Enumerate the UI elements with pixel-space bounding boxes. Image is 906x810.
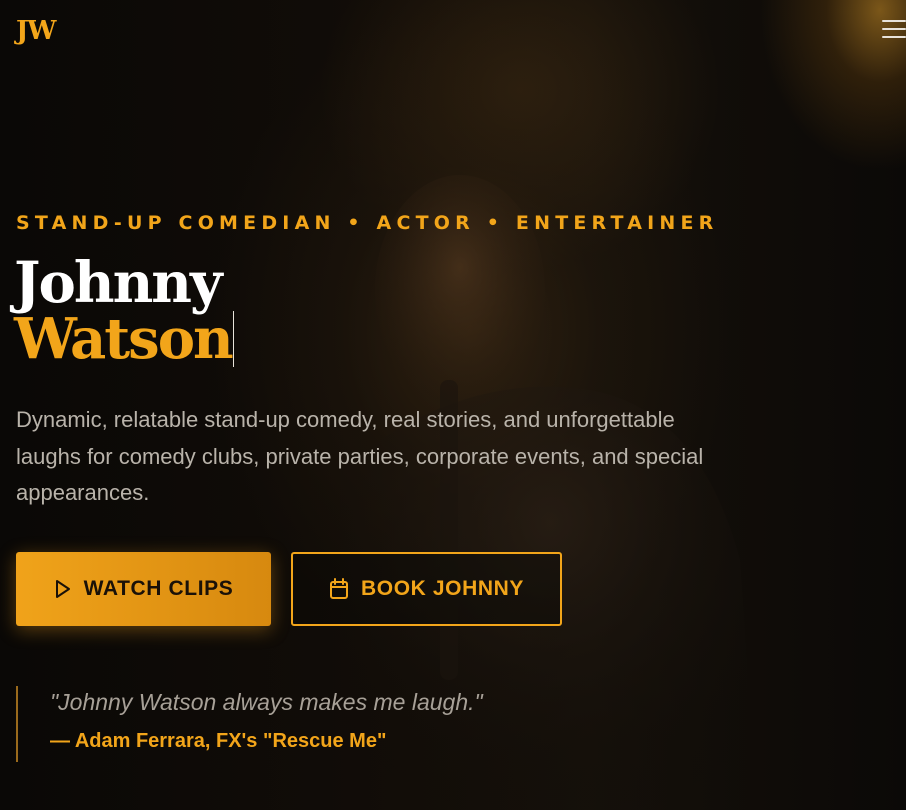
last-name: Watson: [14, 306, 234, 372]
watch-clips-label: WATCH CLIPS: [83, 577, 234, 600]
play-icon: [55, 580, 70, 598]
site-logo[interactable]: JW: [16, 16, 57, 46]
hero-description: Dynamic, relatable stand-up comedy, real…: [16, 407, 704, 505]
hero-tagline: STAND-UP COMEDIAN • ACTOR • ENTERTAINER: [16, 212, 719, 234]
menu-line: [882, 36, 906, 38]
menu-line: [882, 28, 906, 30]
book-johnny-button[interactable]: BOOK JOHNNY: [291, 552, 562, 626]
hero-section: JW STAND-UP COMEDIAN • ACTOR • ENTERTAIN…: [0, 0, 906, 810]
calendar-icon: [330, 578, 349, 599]
hamburger-menu-icon[interactable]: [882, 20, 906, 40]
book-johnny-label: BOOK JOHNNY: [361, 577, 524, 600]
testimonial-quote: "Johnny Watson always makes me laugh." —…: [16, 686, 483, 762]
hero-name: Johnny Watson: [14, 255, 234, 367]
menu-line: [882, 20, 906, 22]
quote-text: "Johnny Watson always makes me laugh.": [50, 689, 483, 715]
first-name: Johnny: [14, 250, 223, 316]
quote-author: — Adam Ferrara, FX's "Rescue Me": [50, 730, 387, 752]
watch-clips-button[interactable]: WATCH CLIPS: [16, 552, 271, 626]
